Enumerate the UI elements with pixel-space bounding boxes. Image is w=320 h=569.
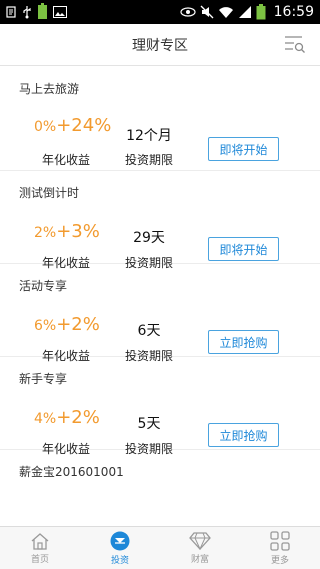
wifi-icon — [218, 7, 233, 18]
annual-rate: 2%+3% — [34, 221, 100, 242]
muted-icon — [200, 5, 214, 19]
page-title: 理财专区 — [132, 37, 188, 54]
clock: 16:59 — [273, 4, 314, 20]
rate-base: 6% — [34, 318, 57, 334]
nav-bar: 理财专区 — [0, 24, 320, 66]
rate-base: 0% — [34, 119, 57, 135]
annual-rate: 0%+24% — [34, 115, 111, 136]
battery-icon — [256, 4, 266, 20]
coming-soon-button[interactable]: 即将开始 — [208, 237, 279, 261]
period-label: 投资期限 — [124, 153, 173, 167]
battery-small-icon — [38, 3, 47, 19]
diamond-icon — [189, 531, 211, 550]
tab-wealth[interactable]: 财富 — [160, 527, 240, 569]
period-value: 5天 — [137, 416, 161, 432]
coming-soon-button[interactable]: 即将开始 — [208, 137, 279, 161]
rate-bonus: +2% — [56, 407, 100, 428]
usb-icon — [23, 6, 31, 19]
rate-label: 年化收益 — [42, 153, 91, 167]
product-card[interactable]: 测试倒计时 2%+3% 年化收益 29天 投资期限 即将开始 — [0, 171, 320, 270]
rate-bonus: +3% — [56, 221, 100, 242]
product-card[interactable]: 马上去旅游 0%+24% 年化收益 12个月 投资期限 即将开始 — [0, 67, 320, 171]
tab-home[interactable]: 首页 — [0, 527, 80, 569]
product-card[interactable]: 薪金宝201601001 — [0, 450, 320, 510]
period-value: 29天 — [133, 230, 165, 246]
period-value: 12个月 — [126, 128, 172, 144]
period-value: 6天 — [137, 323, 161, 339]
screen: 16:59 理财专区 马上去旅游 0%+24% 年化收益 12个月 投资期限 即… — [0, 0, 320, 569]
annual-rate: 6%+2% — [34, 314, 100, 335]
eye-icon — [180, 7, 196, 17]
invest-icon — [110, 531, 130, 550]
tab-more[interactable]: 更多 — [240, 527, 320, 569]
notification-icon — [6, 6, 16, 18]
rate-bonus: +2% — [56, 314, 100, 335]
rate-bonus: +24% — [56, 115, 112, 136]
tab-label: 财富 — [190, 554, 209, 565]
product-name: 测试倒计时 — [19, 186, 80, 200]
home-icon — [31, 532, 49, 550]
product-name: 马上去旅游 — [19, 82, 80, 96]
tab-label: 投资 — [110, 555, 129, 566]
signal-icon — [238, 6, 251, 18]
list-search-icon[interactable] — [284, 34, 306, 54]
product-card[interactable]: 活动专享 6%+2% 年化收益 6天 投资期限 立即抢购 — [0, 264, 320, 363]
buy-now-button[interactable]: 立即抢购 — [208, 423, 279, 447]
annual-rate: 4%+2% — [34, 407, 100, 428]
product-name: 薪金宝201601001 — [19, 465, 124, 479]
product-card[interactable]: 新手专享 4%+2% 年化收益 5天 投资期限 立即抢购 — [0, 357, 320, 456]
product-name: 新手专享 — [19, 372, 68, 386]
grid-icon — [270, 530, 290, 551]
rate-base: 2% — [34, 225, 57, 241]
rate-base: 4% — [34, 411, 57, 427]
bottom-tab-bar: 首页 投资 财富 更多 — [0, 526, 320, 569]
tab-invest[interactable]: 投资 — [80, 527, 160, 569]
buy-now-button[interactable]: 立即抢购 — [208, 330, 279, 354]
tab-label: 首页 — [30, 554, 49, 565]
image-icon — [53, 6, 67, 18]
product-list[interactable]: 马上去旅游 0%+24% 年化收益 12个月 投资期限 即将开始 测试倒计时 2… — [0, 67, 320, 526]
product-name: 活动专享 — [19, 279, 68, 293]
status-bar: 16:59 — [0, 0, 320, 24]
tab-label: 更多 — [270, 555, 289, 566]
